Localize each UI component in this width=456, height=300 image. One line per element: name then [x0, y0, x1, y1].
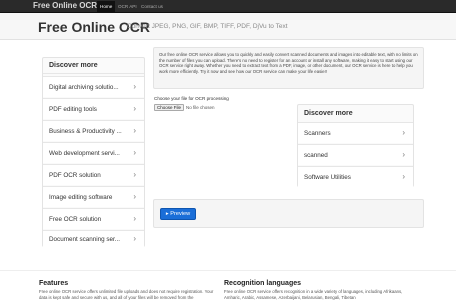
discover-item-label: Scanners [304, 130, 331, 137]
chevron-right-icon: › [133, 82, 136, 91]
chevron-right-icon: › [402, 128, 405, 137]
chevron-right-icon: › [133, 234, 136, 243]
upload-label: Choose your file for OCR processing [154, 96, 229, 101]
discover-item-web-development[interactable]: Web development servi... › [43, 142, 144, 163]
top-navbar: Free Online OCR Home OCR API Contact us [0, 0, 456, 13]
discover-item-pdf-ocr[interactable]: PDF OCR solution › [43, 164, 144, 185]
discover-item-business-productivity[interactable]: Business & Productivity ... › [43, 120, 144, 141]
chevron-right-icon: › [133, 170, 136, 179]
chevron-right-icon: › [402, 150, 405, 159]
discover-item-label: PDF OCR solution [49, 172, 101, 179]
chevron-right-icon: › [133, 214, 136, 223]
discover-item-label: PDF editing tools [49, 106, 97, 113]
chevron-right-icon: › [133, 148, 136, 157]
intro-text-box: Our free online OCR service allows you t… [153, 47, 424, 89]
preview-button[interactable]: ▸ Preview [160, 208, 196, 220]
discover-item-document-scanning[interactable]: Document scanning ser... › [43, 230, 144, 247]
chevron-right-icon: › [402, 172, 405, 181]
nav-ocr-api[interactable]: OCR API [115, 1, 140, 12]
languages-text: Free online OCR service offers recogniti… [224, 289, 403, 300]
discover-item-label: Document scanning ser... [49, 236, 121, 243]
features-heading: Features [39, 280, 69, 287]
footer: Features Free online OCR service offers … [0, 270, 456, 300]
intro-text: Our free online OCR service allows you t… [159, 52, 418, 75]
discover-item-software-utilities[interactable]: Software Utilities › [298, 166, 413, 187]
discover-item-label: Software Utilities [304, 174, 351, 181]
discover-item-pdf-editing[interactable]: PDF editing tools › [43, 98, 144, 119]
discover-item-label: scanned [304, 152, 328, 159]
chevron-right-icon: › [133, 192, 136, 201]
preview-button-label: Preview [170, 211, 191, 217]
discover-item-free-ocr[interactable]: Free OCR solution › [43, 208, 144, 229]
page-subtitle: Convert JPEG, PNG, GIF, BMP, TIFF, PDF, … [127, 23, 288, 30]
discover-item-label: Image editing software [49, 194, 113, 201]
file-status-text: No file chosen [186, 105, 215, 110]
page-header: Free Online OCR Convert JPEG, PNG, GIF, … [0, 13, 456, 40]
features-text: Free online OCR service offers unlimited… [39, 289, 214, 300]
discover-item-label: Digital archiving solutio... [49, 84, 119, 91]
left-discover-heading: Discover more [43, 58, 144, 74]
discover-item-label: Web development servi... [49, 150, 120, 157]
discover-item-image-editing[interactable]: Image editing software › [43, 186, 144, 207]
discover-item-scanned[interactable]: scanned › [298, 144, 413, 165]
choose-file-button[interactable]: Choose File [154, 104, 184, 111]
discover-item-label: Free OCR solution [49, 216, 102, 223]
nav-home[interactable]: Home [97, 1, 116, 12]
chevron-right-icon: › [133, 126, 136, 135]
languages-heading: Recognition languages [224, 280, 302, 287]
right-discover-heading: Discover more [298, 105, 413, 123]
left-discover-panel: Discover more Digital archiving solutio.… [42, 57, 145, 247]
play-icon: ▸ [165, 211, 169, 217]
right-discover-panel: Discover more Scanners › scanned › Softwar… [297, 104, 414, 187]
chevron-right-icon: › [133, 104, 136, 113]
discover-item-label: Business & Productivity ... [49, 128, 122, 135]
nav-contact[interactable]: Contact us [138, 1, 166, 12]
brand-logo[interactable]: Free Online OCR [33, 1, 97, 10]
discover-item-scanners[interactable]: Scanners › [298, 122, 413, 143]
discover-item-digital-archiving[interactable]: Digital archiving solutio... › [43, 76, 144, 97]
